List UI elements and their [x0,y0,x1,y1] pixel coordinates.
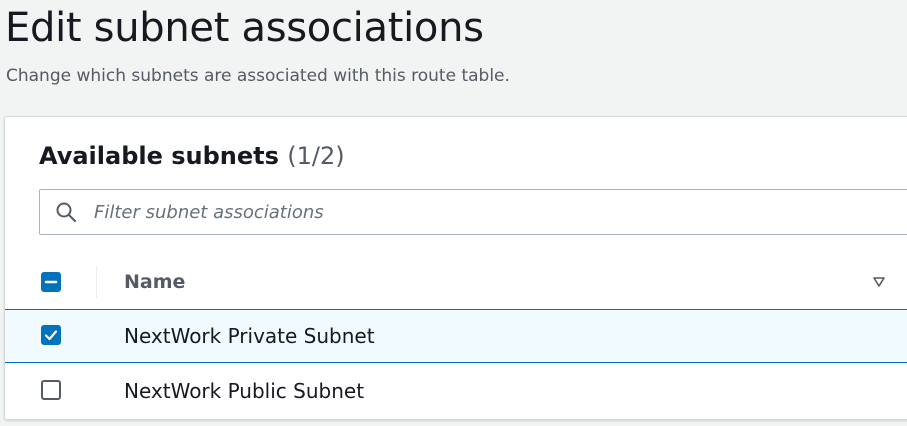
table-row-private-subnet[interactable]: NextWork Private Subnet [5,309,907,363]
filter-subnet-input[interactable] [94,198,894,226]
select-all-checkbox[interactable] [41,272,61,292]
subnet-name: NextWork Private Subnet [124,324,375,348]
panel-title: Available subnets (1/2) [39,141,345,171]
selection-count: (1/2) [287,142,345,170]
row-checkbox[interactable] [41,325,61,345]
column-header-name[interactable]: Name [124,270,185,294]
sort-descending-icon[interactable] [871,274,887,290]
minus-icon [44,280,58,284]
table-header-row: Name [5,256,907,310]
checkmark-icon [44,330,58,341]
available-subnets-panel: Available subnets (1/2) Name NextWork Pr… [4,116,907,420]
page-description: Change which subnets are associated with… [6,66,510,86]
search-icon [56,202,76,222]
row-checkbox[interactable] [41,380,61,400]
table-row-public-subnet[interactable]: NextWork Public Subnet [5,363,907,415]
page-title: Edit subnet associations [5,5,484,51]
panel-title-text: Available subnets [39,142,279,170]
filter-field[interactable] [39,189,907,235]
subnet-name: NextWork Public Subnet [124,379,365,403]
column-divider [96,266,97,298]
